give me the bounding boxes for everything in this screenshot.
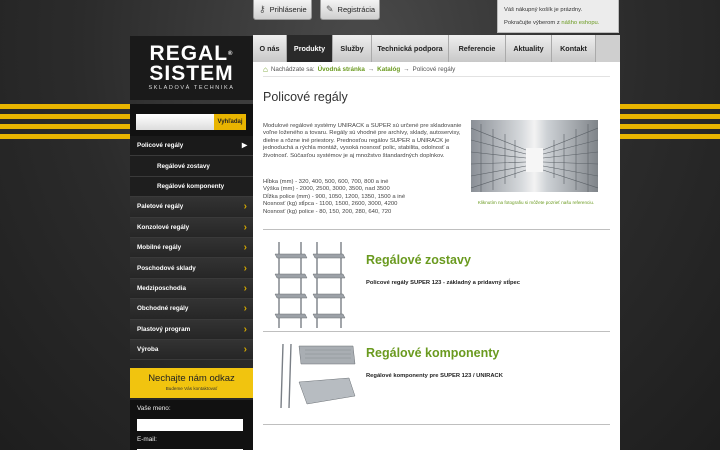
nav-tab[interactable]: Kontakt: [552, 35, 596, 62]
breadcrumb-catalog-link[interactable]: Katalóg: [377, 66, 400, 73]
shelf-unit-icon: [274, 242, 346, 328]
chevron-right-icon: ›: [243, 262, 247, 274]
decor-stripes-right: [618, 104, 720, 140]
sidebar-item[interactable]: Mobilné regály ›: [130, 237, 253, 259]
spec-line: Nosnosť (kg) police - 80, 150, 200, 280,…: [263, 208, 392, 215]
reference-photo[interactable]: [471, 120, 598, 192]
home-icon: ⌂: [263, 64, 268, 74]
sidebar-item[interactable]: Paletové regály ›: [130, 197, 253, 218]
nav-tab[interactable]: Referencie: [449, 35, 506, 62]
contact-form: Vaše meno: E-mail:: [130, 400, 253, 450]
divider: [263, 331, 610, 332]
decor-stripes-left: [0, 104, 130, 140]
sidebar-item-label: Konzolové regály: [137, 223, 190, 231]
content-panel: ⌂ Nachádzate sa: Úvodná stránka → Kataló…: [253, 62, 620, 450]
sidebar-item-label: Regálové komponenty: [157, 182, 225, 190]
sidebar-item-label: Mobilné regály: [137, 244, 182, 252]
sidebar-item[interactable]: Obchodné regály ›: [130, 299, 253, 320]
logo-line2: SISTEM: [149, 62, 234, 85]
shelf-components-icon: [280, 343, 356, 409]
sidebar-item[interactable]: Medziposchodia ›: [130, 278, 253, 300]
breadcrumb-current: Policové regály: [412, 65, 456, 73]
sidebar-item[interactable]: Policové regály ▸: [130, 136, 253, 157]
sidebar-item-label: Poschodové sklady: [137, 264, 196, 272]
components-thumbnail[interactable]: [277, 342, 357, 419]
sidebar-item[interactable]: Regálové zostavy: [130, 156, 253, 177]
divider: [263, 229, 610, 230]
shelf-unit-thumbnail[interactable]: [271, 240, 353, 335]
cart-box: Váš nákupný košík je prázdny. Pokračujte…: [497, 0, 619, 33]
sidebar-item[interactable]: Plastový program ›: [130, 319, 253, 340]
chevron-right-icon: ›: [243, 201, 247, 213]
email-label: E-mail:: [137, 435, 157, 443]
sidebar-item-label: Výroba: [137, 346, 159, 354]
promo-title: Nechajte nám odkaz: [148, 373, 235, 384]
search-input[interactable]: [136, 114, 214, 130]
main-nav: O nás Produkty Služby Technická podpora Refe…: [253, 35, 620, 62]
pencil-icon: ✎: [326, 4, 334, 14]
chevron-right-icon: ›: [243, 242, 247, 254]
chevron-right-icon: ›: [243, 221, 247, 233]
warehouse-image: [471, 124, 598, 192]
register-button[interactable]: ✎ Registrácia: [320, 0, 380, 20]
eshop-link[interactable]: nášho eshopu.: [561, 20, 599, 26]
login-button[interactable]: ⚷ Prihlásenie: [253, 0, 312, 20]
sidebar-item-label: Paletové regály: [137, 203, 184, 211]
specs-list: Hĺbka (mm) - 320, 400, 500, 600, 700, 80…: [263, 179, 463, 216]
search-button[interactable]: Vyhľadaj: [214, 114, 246, 130]
cart-continue: Pokračujte výberom z nášho eshopu.: [504, 17, 612, 30]
nav-tab[interactable]: O nás: [253, 35, 287, 62]
cart-status: Váš nákupný košík je prázdny.: [504, 7, 583, 13]
chevron-right-icon: ›: [243, 282, 247, 294]
nav-tab[interactable]: Služby: [333, 35, 372, 62]
promo-subtitle: Budeme Vás kontaktovať: [165, 386, 218, 391]
spec-line: Výška (mm) - 2000, 2500, 3000, 3500, nad…: [263, 186, 390, 193]
intro-text: Modulové regálové systémy UNIRACK a SUPE…: [263, 123, 462, 159]
breadcrumb-home-link[interactable]: Úvodná stránka: [318, 66, 365, 73]
name-label: Vaše meno:: [137, 405, 171, 412]
login-label: Prihlásenie: [269, 5, 307, 14]
sidebar-item-label: Policové regály: [137, 142, 184, 150]
sidebar-item[interactable]: Výroba ›: [130, 339, 253, 361]
triangle-right-icon: ▸: [241, 140, 247, 152]
nav-tab[interactable]: Aktuality: [506, 35, 552, 62]
category-title[interactable]: Regálové zostavy: [366, 253, 471, 267]
chevron-right-icon: ›: [243, 303, 247, 315]
category-desc: Regálové komponenty pre SUPER 123 / UNIR…: [366, 373, 503, 379]
spec-line: Nosnosť (kg) stĺpca - 1100, 1500, 2600, …: [263, 201, 398, 208]
logo[interactable]: REGAL® SISTEM SKLADOVÁ TECHNIKA: [130, 36, 253, 100]
contact-promo[interactable]: Nechajte nám odkaz Budeme Vás kontaktova…: [130, 368, 253, 398]
sidebar-item-label: Medziposchodia: [137, 284, 186, 292]
category-title[interactable]: Regálové komponenty: [366, 346, 499, 360]
category-desc: Policové regály SUPER 123 - základný a p…: [366, 280, 521, 286]
breadcrumb-sep: →: [403, 65, 410, 73]
nav-tab[interactable]: Technická podpora: [372, 35, 449, 62]
logo-tagline: SKLADOVÁ TECHNIKA: [148, 85, 235, 91]
registered-mark: ®: [228, 51, 234, 57]
sidebar-item-label: Regálové zostavy: [157, 162, 210, 170]
divider: [263, 424, 610, 425]
sidebar-item-label: Plastový program: [137, 325, 191, 333]
breadcrumb-sep: →: [367, 65, 375, 73]
key-icon: ⚷: [259, 4, 266, 14]
chevron-right-icon: ›: [243, 344, 247, 356]
sidebar-item[interactable]: Regálové komponenty: [130, 176, 253, 198]
search-bar: Vyhľadaj: [130, 104, 253, 140]
name-field[interactable]: [137, 418, 243, 431]
register-label: Registrácia: [337, 5, 376, 14]
sidebar-menu: Policové regály ▸ Regálové zostavy Regálové…: [130, 136, 253, 361]
photo-caption: Kliknutím na fotografiu si môžete pozrie…: [477, 200, 595, 205]
nav-tab[interactable]: Produkty: [287, 35, 333, 62]
spec-line: Hĺbka (mm) - 320, 400, 500, 600, 700, 80…: [263, 179, 389, 185]
breadcrumb: ⌂ Nachádzate sa: Úvodná stránka → Kataló…: [263, 62, 610, 77]
sidebar-item[interactable]: Konzolové regály ›: [130, 217, 253, 238]
breadcrumb-prefix: Nachádzate sa:: [270, 65, 315, 73]
page-title: Policové regály: [263, 90, 348, 104]
cart-continue-text: Pokračujte výberom z: [504, 20, 562, 26]
chevron-right-icon: ›: [243, 323, 247, 335]
sidebar-item-label: Obchodné regály: [137, 305, 189, 313]
logo-line1: REGAL®: [130, 43, 253, 64]
sidebar-item[interactable]: Poschodové sklady ›: [130, 258, 253, 279]
